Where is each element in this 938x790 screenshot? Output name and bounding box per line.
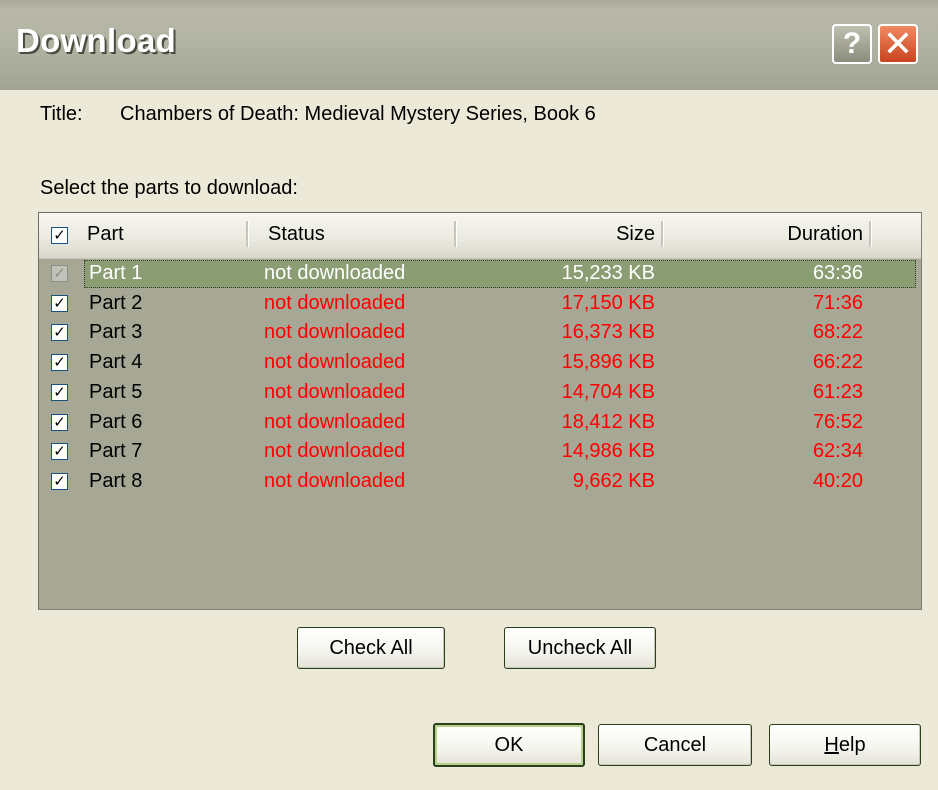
duration-cell: 66:22 (812, 351, 863, 374)
status-cell: not downloaded (264, 440, 406, 463)
status-cell: not downloaded (264, 410, 406, 433)
column-header-status[interactable]: Status (268, 223, 325, 246)
duration-cell: 62:34 (812, 440, 863, 463)
row-checkbox[interactable]: ✓ (51, 443, 68, 461)
table-row[interactable]: ✓ Part 7 not downloaded 14,986 KB 62:34 (39, 438, 921, 467)
part-cell: Part 1 (89, 262, 143, 284)
duration-cell: 61:23 (812, 380, 863, 403)
column-header-duration[interactable]: Duration (749, 223, 863, 246)
row-checkbox[interactable]: ✓ (51, 383, 68, 401)
uncheck-all-button[interactable]: Uncheck All (504, 627, 656, 669)
help-button[interactable]: Help (769, 724, 921, 766)
column-header-size[interactable]: Size (579, 223, 655, 246)
duration-cell: 40:20 (812, 469, 863, 492)
size-cell: 16,373 KB (561, 321, 655, 344)
cancel-button[interactable]: Cancel (598, 724, 752, 766)
title-label: Title: (40, 103, 83, 125)
size-cell: 18,412 KB (561, 410, 655, 433)
row-checkbox[interactable]: ✓ (51, 265, 68, 282)
duration-cell: 76:52 (812, 410, 863, 433)
part-cell: Part 5 (89, 380, 143, 403)
column-separator[interactable] (454, 221, 457, 247)
ok-button[interactable]: OK (433, 723, 585, 767)
table-row[interactable]: ✓ Part 4 not downloaded 15,896 KB 66:22 (39, 349, 921, 378)
size-cell: 15,896 KB (561, 351, 655, 374)
part-cell: Part 3 (89, 321, 143, 344)
status-cell: not downloaded (264, 380, 406, 403)
row-checkbox[interactable]: ✓ (51, 324, 68, 342)
duration-cell: 71:36 (812, 291, 863, 314)
part-cell: Part 7 (89, 440, 143, 463)
status-cell: not downloaded (264, 291, 406, 314)
duration-cell: 63:36 (812, 262, 863, 284)
column-separator[interactable] (246, 221, 249, 247)
table-row[interactable]: ✓ Part 8 not downloaded 9,662 KB 40:20 (39, 468, 921, 497)
size-cell: 17,150 KB (561, 291, 655, 314)
row-checkbox[interactable]: ✓ (51, 472, 68, 490)
row-checkbox[interactable]: ✓ (51, 354, 68, 372)
select-parts-label: Select the parts to download: (40, 177, 298, 199)
part-cell: Part 2 (89, 291, 143, 314)
help-mnemonic: H (824, 734, 839, 756)
row-checkbox[interactable]: ✓ (51, 294, 68, 312)
column-separator[interactable] (869, 221, 872, 247)
row-checkbox[interactable]: ✓ (51, 413, 68, 431)
table-row[interactable]: ✓ Part 3 not downloaded 16,373 KB 68:22 (39, 319, 921, 348)
help-title-button[interactable]: ? (832, 24, 872, 64)
part-cell: Part 8 (89, 469, 143, 492)
title-bar[interactable]: Download ? ✕ (0, 0, 938, 90)
table-row[interactable]: ✓ Part 6 not downloaded 18,412 KB 76:52 (39, 409, 921, 438)
list-header: ✓ Part Status Size Duration (39, 213, 921, 259)
status-cell: not downloaded (264, 321, 406, 344)
size-cell: 14,704 KB (561, 380, 655, 403)
column-separator[interactable] (661, 221, 664, 247)
header-check-all-checkbox[interactable]: ✓ (51, 227, 68, 244)
status-cell: not downloaded (264, 262, 406, 284)
help-label-rest: elp (838, 734, 866, 756)
title-value: Chambers of Death: Medieval Mystery Seri… (120, 103, 596, 125)
check-all-button[interactable]: Check All (297, 627, 445, 669)
download-dialog: Download ? ✕ Title: Chambers of Death: M… (0, 0, 938, 790)
table-row[interactable]: ✓ Part 2 not downloaded 17,150 KB 71:36 (39, 290, 921, 319)
size-cell: 14,986 KB (561, 440, 655, 463)
window-title: Download (16, 22, 177, 59)
table-row[interactable]: ✓ Part 1 not downloaded 15,233 KB 63:36 (39, 260, 921, 289)
close-button[interactable]: ✕ (878, 24, 918, 64)
size-cell: 9,662 KB (572, 469, 655, 492)
part-cell: Part 6 (89, 410, 143, 433)
size-cell: 15,233 KB (561, 262, 655, 284)
table-row[interactable]: ✓ Part 5 not downloaded 14,704 KB 61:23 (39, 379, 921, 408)
status-cell: not downloaded (264, 351, 406, 374)
part-cell: Part 4 (89, 351, 143, 374)
column-header-part[interactable]: Part (87, 223, 124, 246)
duration-cell: 68:22 (812, 321, 863, 344)
status-cell: not downloaded (264, 469, 406, 492)
parts-list[interactable]: ✓ Part Status Size Duration ✓ Part 1 not d… (38, 212, 922, 610)
